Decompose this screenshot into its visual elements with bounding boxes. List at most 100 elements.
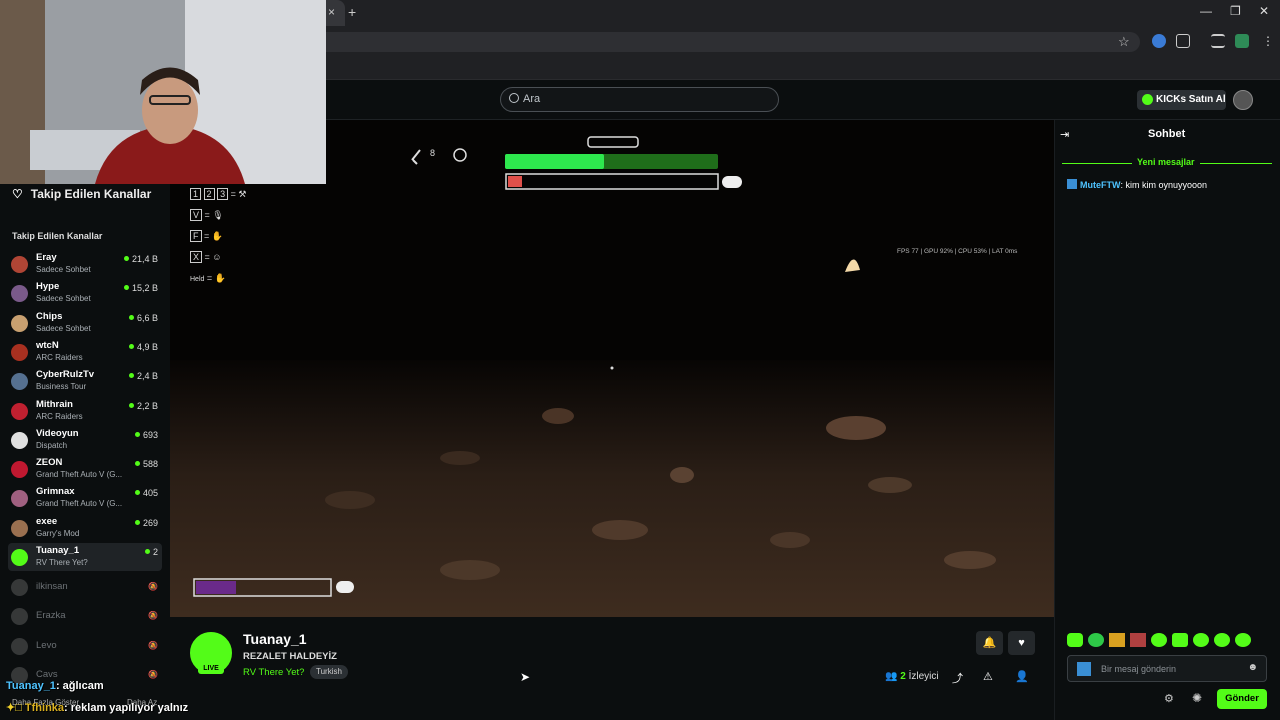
sidebar-channel-erazka[interactable]: Erazka 🔕 [8, 602, 162, 630]
address-bar[interactable] [290, 32, 1140, 52]
video-player[interactable]: FPS 77 | GPU 92% | CPU 53% | LAT 0ms 8 1… [170, 120, 1054, 617]
stream-category[interactable]: RV There Yet? [243, 667, 304, 678]
notifications-off-icon: 🔕 [148, 640, 158, 650]
crosshair-dot [610, 366, 614, 370]
report-icon[interactable]: ⚠ [983, 670, 993, 683]
channel-category: Sadece Sohbet [36, 265, 91, 274]
sidebar-channel-exee[interactable]: exee Garry's Mod 269 [8, 514, 162, 542]
buy-kicks-button[interactable]: KICKs Satın Al [1137, 90, 1226, 110]
emote-icon[interactable] [1172, 633, 1188, 647]
keybinds-panel: 1 2 3 = ⚒ V = 🎙 F = ✋ X = ☺ Held = ✋ [190, 184, 246, 290]
chat-text: kim kim oynuyyooon [1125, 180, 1208, 190]
rock-shape [670, 467, 694, 483]
channel-viewers: 588 [134, 459, 158, 469]
voice-chat-icon [336, 581, 354, 593]
user-options-icon[interactable]: 👤 [1015, 670, 1029, 683]
viewer-count: 2,4 B [136, 371, 158, 382]
viewer-count: 👥 2 İzleyici [885, 671, 939, 682]
search-input[interactable]: Ara [500, 87, 779, 112]
viewer-number: 2 [900, 671, 906, 682]
emote-icon[interactable] [1193, 633, 1209, 647]
channel-name: Videoyun [36, 427, 79, 439]
bell-icon: 🔔 [982, 637, 997, 649]
sidebar-channel-tuanay_1[interactable]: Tuanay_1 RV There Yet? 2 [8, 543, 162, 571]
live-dot [128, 373, 134, 379]
face-shape [142, 76, 198, 144]
sidebar-channel-grimnax[interactable]: Grimnax Grand Theft Auto V (G... 405 [8, 484, 162, 512]
media-icon[interactable] [1211, 34, 1225, 48]
sidebar-channel-chips[interactable]: Chips Sadece Sohbet 6,6 B [8, 309, 162, 337]
sidebar-channel-mithrain[interactable]: Mithrain ARC Raiders 2,2 B [8, 397, 162, 425]
channel-category: Dispatch [36, 440, 68, 450]
pickaxe-icon [411, 149, 421, 165]
chat-username[interactable]: MuteFTW [1080, 180, 1121, 190]
chat-input[interactable]: Bir mesaj gönderin ☻ [1067, 655, 1267, 682]
profile-extension-icon[interactable] [1235, 34, 1249, 48]
minimize-icon[interactable]: — [1200, 4, 1212, 18]
rock-shape [440, 451, 480, 465]
viewer-count: 693 [142, 429, 158, 440]
mouse-cursor: ➤ [520, 670, 531, 684]
channel-category: Sadece Sohbet [36, 323, 91, 333]
settings-gear-icon[interactable]: ⚙ [1164, 692, 1174, 705]
heart-icon: ♥ [1018, 637, 1025, 649]
followed-channels-header[interactable]: ♡ Takip Edilen Kanallar [12, 187, 151, 201]
streamer-name[interactable]: Tuanay_1 [243, 631, 307, 647]
viewer-label: İzleyici [908, 671, 939, 682]
extension-icon[interactable] [1152, 34, 1166, 48]
rock-shape [826, 416, 886, 440]
chat-input-placeholder: Bir mesaj gönderin [1101, 664, 1177, 674]
new-tab-icon[interactable]: + [348, 4, 356, 20]
new-messages-divider: Yeni mesajlar [1062, 157, 1272, 173]
channel-category: ARC Raiders [36, 411, 83, 421]
user-avatar[interactable] [1233, 90, 1253, 110]
sidebar-channel-zeon[interactable]: ZEON Grand Theft Auto V (G... 588 [8, 455, 162, 483]
emote-icon[interactable] [1235, 633, 1251, 647]
sidebar-channel-wtcn[interactable]: wtcN ARC Raiders 4,9 B [8, 338, 162, 366]
emoji-icon[interactable]: ☻ [1247, 662, 1258, 673]
channel-avatar [11, 608, 28, 626]
key-x: X [190, 251, 203, 263]
sidebar-channel-levo[interactable]: Levo 🔕 [8, 632, 162, 660]
search-placeholder: Ara [523, 93, 541, 105]
tab-close-icon[interactable]: × [328, 5, 335, 19]
notification-bell-button[interactable]: 🔔 [976, 631, 1003, 655]
language-tag[interactable]: Turkish [310, 665, 348, 679]
send-button[interactable]: Gönder [1217, 689, 1267, 709]
live-dot [134, 490, 140, 496]
follow-button[interactable]: ♥ [1008, 631, 1035, 655]
emote-icon[interactable] [1067, 633, 1083, 647]
viewer-count: 15,2 B [131, 283, 158, 294]
restore-icon[interactable]: ❐ [1230, 4, 1241, 18]
chat-rules-icon[interactable]: ✺ [1192, 691, 1202, 705]
channel-name: Hype [36, 281, 60, 293]
bookmark-star-icon[interactable]: ☆ [1118, 34, 1130, 50]
emote-icon[interactable] [1130, 633, 1146, 647]
puzzle-icon[interactable] [1176, 34, 1190, 48]
channel-avatar [11, 256, 28, 273]
rock-shape [592, 520, 648, 540]
emote-icon[interactable] [1088, 633, 1104, 647]
channel-category: Garry's Mod [36, 528, 80, 538]
emote-icon[interactable] [1214, 633, 1230, 647]
sidebar-channel-ilkinsan[interactable]: ilkinsan 🔕 [8, 573, 162, 601]
live-dot [128, 402, 134, 408]
buy-kicks-label: KICKs Satın Al [1156, 94, 1226, 105]
channel-viewers: 2,4 B [128, 371, 158, 382]
channel-name: wtcN [36, 339, 59, 351]
channel-category: RV There Yet? [36, 558, 88, 567]
share-icon[interactable]: ⤴ [952, 670, 963, 686]
channel-viewers: 405 [134, 488, 158, 498]
emote-icon[interactable] [1109, 633, 1125, 647]
sidebar-channel-videoyun[interactable]: Videoyun Dispatch 693 [8, 426, 162, 454]
channel-category: Grand Theft Auto V (G... [36, 499, 123, 509]
emote-icon[interactable] [1151, 633, 1167, 647]
collapse-chat-icon[interactable]: ⇥ [1060, 128, 1069, 141]
sidebar-channel-cyberrulztv[interactable]: CyberRulzTv Business Tour 2,4 B [8, 367, 162, 395]
overlay-text: : reklam yapılıyor yalnız [64, 702, 189, 714]
sidebar-channel-hype[interactable]: Hype Sadece Sohbet 15,2 B [8, 279, 162, 307]
window-close-icon[interactable]: ✕ [1259, 4, 1269, 18]
sidebar-channel-eray[interactable]: Eray Sadece Sohbet 21,4 B [8, 250, 162, 278]
viewer-count: 2 [152, 547, 158, 557]
menu-dots-icon[interactable]: ⋮ [1262, 34, 1274, 48]
